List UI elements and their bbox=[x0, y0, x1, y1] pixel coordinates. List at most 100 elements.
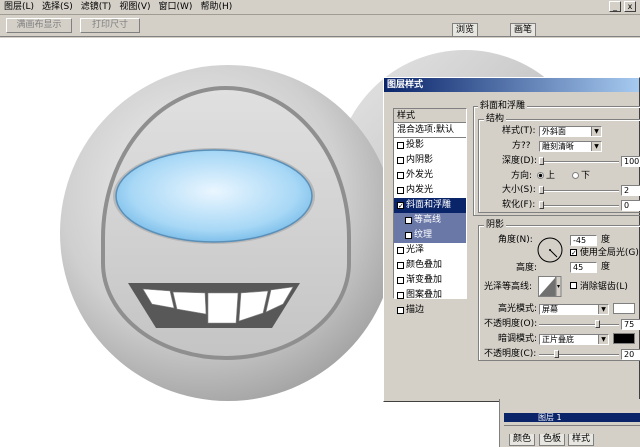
fit-screen-button[interactable]: 满画布显示 bbox=[6, 18, 72, 33]
checkbox-icon[interactable] bbox=[397, 157, 404, 164]
soften-slider-thumb[interactable] bbox=[539, 201, 544, 209]
style-item[interactable]: 内发光 bbox=[394, 183, 466, 198]
layer-name: 图层 1 bbox=[538, 413, 562, 422]
menu-help[interactable]: 帮助(H) bbox=[196, 0, 236, 14]
highlight-opacity-input[interactable]: 75 bbox=[621, 319, 640, 330]
options-bar: 满画布显示 打印尺寸 bbox=[0, 15, 640, 37]
style-item-label: 斜面和浮雕 bbox=[406, 200, 452, 210]
menu-bar: 图层(L) 选择(S) 滤镜(T) 视图(V) 窗口(W) 帮助(H) bbox=[0, 0, 640, 15]
angle-input[interactable]: -45 bbox=[570, 235, 597, 246]
angle-unit: 度 bbox=[601, 235, 611, 245]
shadow-opacity-input[interactable]: 20 bbox=[621, 349, 640, 360]
checkbox-icon[interactable] bbox=[397, 307, 404, 314]
blend-options-item[interactable]: 混合选项:默认 bbox=[394, 123, 466, 138]
shadow-opacity-thumb[interactable] bbox=[554, 350, 559, 358]
styles-header[interactable]: 样式 bbox=[394, 109, 466, 123]
altitude-input[interactable]: 45 bbox=[570, 262, 597, 273]
layer-row-selected[interactable]: 图层 1 bbox=[504, 413, 640, 422]
tab-color[interactable]: 颜色 bbox=[509, 434, 536, 446]
size-input[interactable]: 2 bbox=[621, 185, 640, 196]
style-item-label: 渐变叠加 bbox=[406, 275, 443, 285]
style-item-label: 投影 bbox=[406, 140, 425, 150]
layer-row[interactable] bbox=[504, 425, 640, 434]
dialog-title[interactable]: 图层样式 bbox=[384, 78, 639, 92]
checkbox-icon[interactable] bbox=[405, 217, 412, 224]
close-button[interactable]: x bbox=[624, 1, 636, 12]
checkbox-icon[interactable] bbox=[397, 172, 404, 179]
style-item[interactable]: 投影 bbox=[394, 138, 466, 153]
checkbox-icon bbox=[570, 282, 577, 289]
style-label: 样式(T): bbox=[502, 126, 536, 136]
checkbox-icon[interactable] bbox=[397, 277, 404, 284]
checkbox-icon[interactable] bbox=[405, 232, 412, 239]
style-item[interactable]: 内阴影 bbox=[394, 153, 466, 168]
style-item[interactable]: 纹理 bbox=[394, 228, 466, 243]
style-item[interactable]: ✓ 斜面和浮雕 bbox=[394, 198, 466, 213]
checkbox-icon[interactable] bbox=[397, 187, 404, 194]
size-slider[interactable] bbox=[539, 186, 619, 194]
shadow-mode-label: 暗调模式: bbox=[498, 334, 538, 344]
tab-swatches[interactable]: 色板 bbox=[539, 434, 566, 446]
tab-browser[interactable]: 浏览 bbox=[452, 23, 479, 36]
soften-label: 软化(F): bbox=[502, 200, 536, 210]
minimize-button[interactable]: _ bbox=[609, 1, 621, 12]
checkbox-icon[interactable] bbox=[397, 292, 404, 299]
depth-slider-thumb[interactable] bbox=[539, 157, 544, 165]
technique-value: 雕刻清晰 bbox=[542, 142, 574, 151]
chevron-down-icon: ▼ bbox=[598, 335, 608, 344]
style-item-label: 内发光 bbox=[406, 185, 434, 195]
style-item[interactable]: 渐变叠加 bbox=[394, 273, 466, 288]
style-item[interactable]: 描边 bbox=[394, 303, 466, 318]
direction-down-radio[interactable]: 下 bbox=[572, 170, 590, 182]
technique-label: 方?? bbox=[512, 141, 531, 151]
highlight-mode-dropdown[interactable]: 屏幕 ▼ bbox=[539, 304, 609, 315]
angle-dial[interactable] bbox=[536, 236, 564, 264]
style-item[interactable]: 外发光 bbox=[394, 168, 466, 183]
menu-select[interactable]: 选择(S) bbox=[38, 0, 77, 14]
radio-on-icon bbox=[537, 172, 544, 179]
checkbox-icon[interactable] bbox=[397, 262, 404, 269]
gloss-contour-picker[interactable] bbox=[538, 276, 562, 298]
shadow-mode-value: 正片叠底 bbox=[542, 335, 574, 344]
direction-up-label: 上 bbox=[546, 171, 556, 181]
soften-slider[interactable] bbox=[539, 201, 619, 209]
highlight-opacity-thumb[interactable] bbox=[595, 320, 600, 328]
style-item[interactable]: 等高线 bbox=[394, 213, 466, 228]
checkbox-icon[interactable] bbox=[397, 247, 404, 254]
depth-slider[interactable] bbox=[539, 157, 619, 165]
structure-title: 结构 bbox=[484, 114, 507, 124]
highlight-color-swatch[interactable] bbox=[613, 303, 635, 314]
direction-label: 方向: bbox=[511, 171, 533, 181]
tab-brushes[interactable]: 画笔 bbox=[510, 23, 537, 36]
depth-input[interactable]: 100 bbox=[621, 156, 640, 167]
antialias-checkbox[interactable]: 消除锯齿(L) bbox=[570, 281, 628, 293]
menu-view[interactable]: 视图(V) bbox=[115, 0, 154, 14]
menu-window[interactable]: 窗口(W) bbox=[155, 0, 197, 14]
shadow-mode-dropdown[interactable]: 正片叠底 ▼ bbox=[539, 334, 609, 345]
menu-layer[interactable]: 图层(L) bbox=[0, 0, 38, 14]
style-item[interactable]: 颜色叠加 bbox=[394, 258, 466, 273]
style-dropdown[interactable]: 外斜面 ▼ bbox=[539, 126, 602, 137]
direction-down-label: 下 bbox=[581, 171, 591, 181]
style-item-label: 光泽 bbox=[406, 245, 425, 255]
chevron-down-icon: ▼ bbox=[598, 305, 608, 314]
tab-styles[interactable]: 样式 bbox=[568, 434, 595, 446]
style-item[interactable]: 图案叠加 bbox=[394, 288, 466, 303]
altitude-label: 高度: bbox=[516, 263, 538, 273]
checkbox-icon[interactable] bbox=[397, 142, 404, 149]
print-size-button[interactable]: 打印尺寸 bbox=[80, 18, 140, 33]
layer-style-dialog[interactable]: 图层样式 样式 混合选项:默认 投影 内阴影 外发光 内发光 ✓ 斜面和浮雕 等高线 纹理 光泽… bbox=[383, 77, 640, 402]
global-light-checkbox[interactable]: ✓ 使用全局光(G) bbox=[570, 247, 639, 259]
style-item[interactable]: 光泽 bbox=[394, 243, 466, 258]
shadow-color-swatch[interactable] bbox=[613, 333, 635, 344]
shadow-opacity-slider[interactable] bbox=[539, 350, 619, 358]
direction-up-radio[interactable]: 上 bbox=[537, 170, 555, 182]
soften-input[interactable]: 0 bbox=[621, 200, 640, 211]
gloss-contour-label: 光泽等高线: bbox=[484, 282, 533, 292]
styles-list: 样式 混合选项:默认 投影 内阴影 外发光 内发光 ✓ 斜面和浮雕 等高线 纹理 光泽 颜色叠加渐… bbox=[393, 108, 467, 315]
technique-dropdown[interactable]: 雕刻清晰 ▼ bbox=[539, 141, 602, 152]
size-slider-thumb[interactable] bbox=[539, 186, 544, 194]
highlight-opacity-slider[interactable] bbox=[539, 320, 619, 328]
menu-filter[interactable]: 滤镜(T) bbox=[77, 0, 116, 14]
check-icon[interactable]: ✓ bbox=[397, 202, 404, 210]
